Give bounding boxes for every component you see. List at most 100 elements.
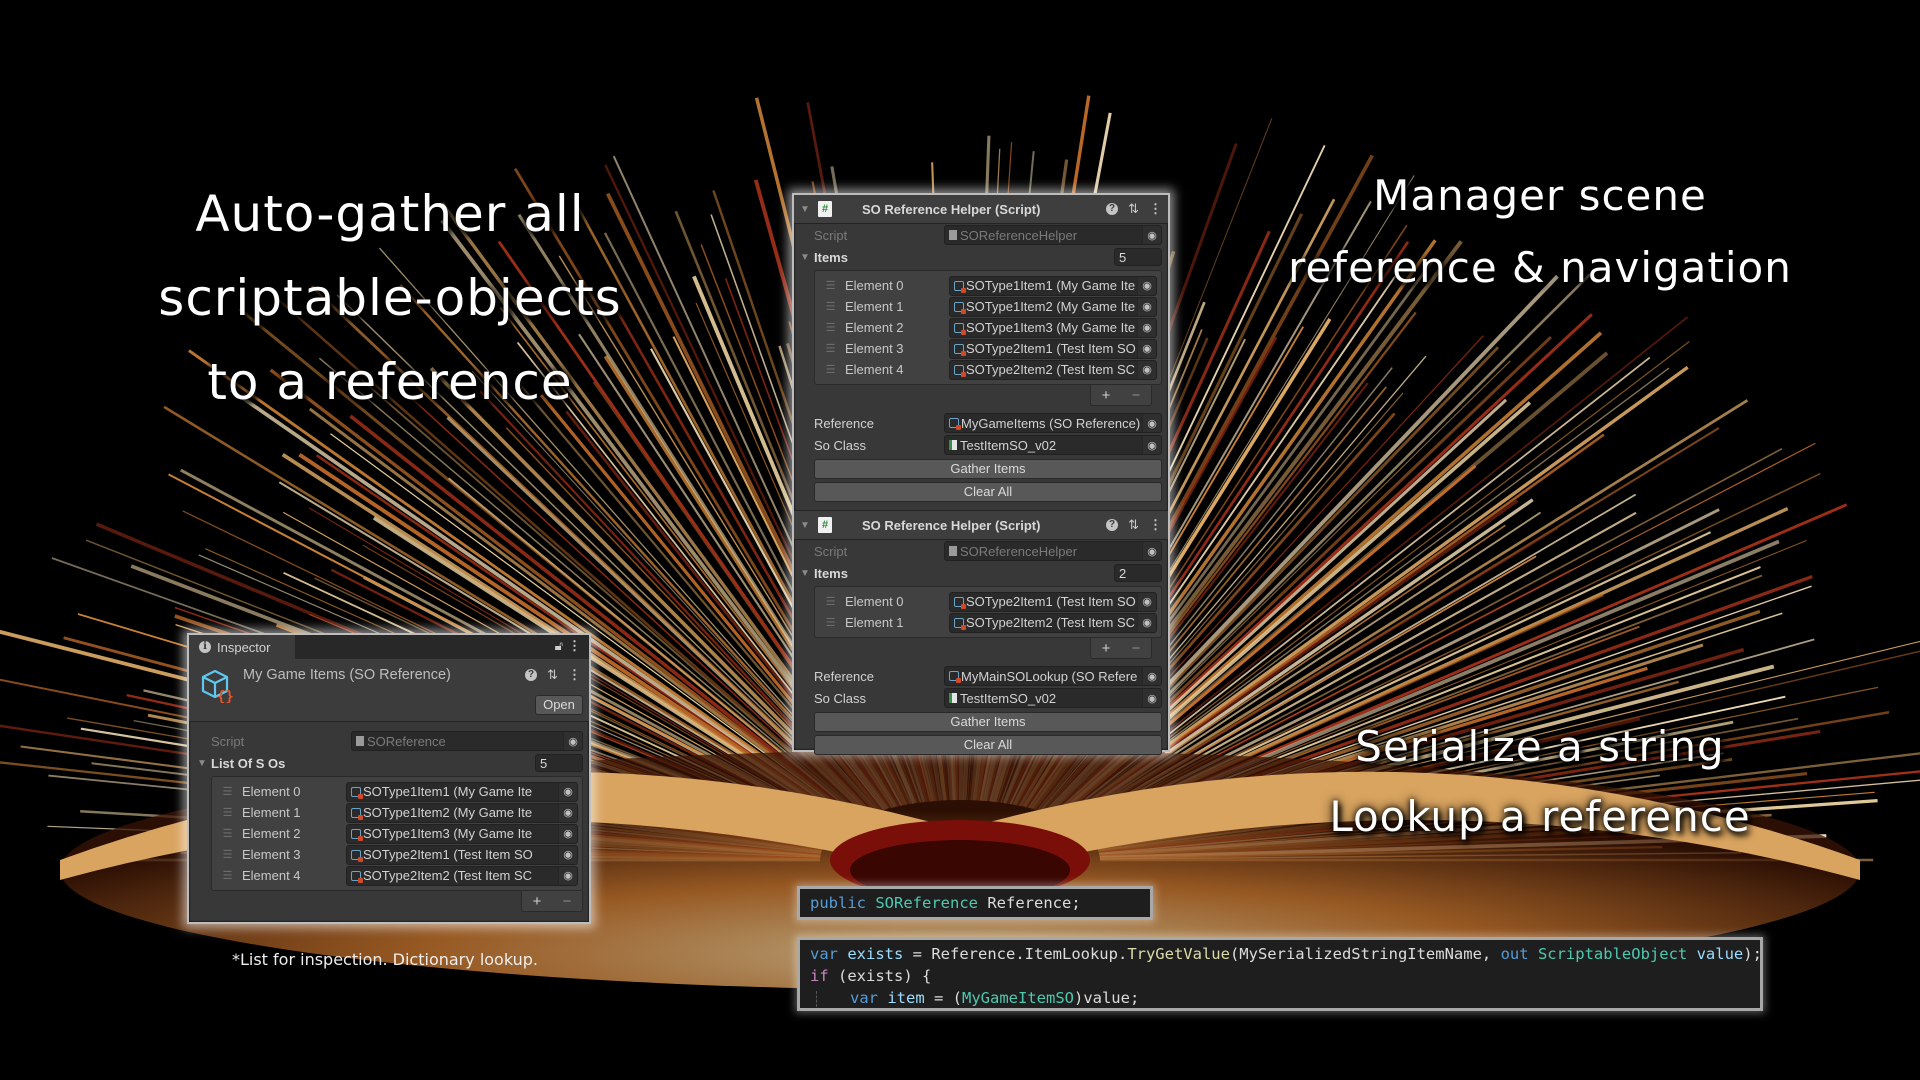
reference-field[interactable]: MyMainSOLookup (SO Refere ◉ — [944, 666, 1162, 686]
gather-items-button[interactable]: Gather Items — [814, 459, 1162, 479]
list-count-field[interactable]: 5 — [535, 754, 583, 772]
object-picker-icon[interactable]: ◉ — [1137, 276, 1156, 295]
so-class-label: So Class — [814, 690, 867, 706]
component-header[interactable]: ▼ # SO Reference Helper (Script) ? ⇅ ⋮ — [794, 195, 1168, 224]
object-picker-icon[interactable]: ◉ — [1137, 297, 1156, 316]
remove-element-button[interactable]: − — [563, 893, 572, 910]
help-icon[interactable]: ? — [525, 669, 538, 681]
drag-handle-icon[interactable]: ☰ — [212, 806, 242, 819]
so-class-label: So Class — [814, 437, 867, 453]
drag-handle-icon[interactable]: ☰ — [815, 616, 845, 629]
element-object-field[interactable]: SOType2Item1 (Test Item SO ◉ — [346, 844, 578, 865]
element-label: Element 0 — [845, 594, 904, 609]
so-class-field[interactable]: TestItemSO_v02 ◉ — [944, 435, 1162, 455]
object-picker-icon[interactable]: ◉ — [1137, 339, 1156, 358]
object-picker-icon[interactable]: ◉ — [1142, 689, 1161, 707]
drag-handle-icon[interactable]: ☰ — [815, 342, 845, 355]
element-value: SOType1Item1 (My Game Ite — [363, 784, 533, 799]
help-icon[interactable]: ? — [1106, 519, 1119, 531]
drag-handle-icon[interactable]: ☰ — [212, 827, 242, 840]
foldout-arrow-icon[interactable]: ▼ — [800, 568, 814, 579]
object-picker-icon[interactable]: ◉ — [1137, 592, 1156, 611]
preset-icon[interactable]: ⇅ — [547, 667, 558, 683]
object-picker-icon[interactable]: ◉ — [558, 845, 577, 864]
code-token: = ( — [924, 989, 962, 1007]
items-count-field[interactable]: 5 — [1114, 248, 1162, 266]
foldout-arrow-icon[interactable]: ▼ — [197, 758, 211, 769]
asset-title: My Game Items (SO Reference) — [243, 667, 451, 683]
element-object-field[interactable]: SOType1Item2 (My Game Ite ◉ — [949, 296, 1157, 317]
object-picker-icon[interactable]: ◉ — [1142, 414, 1161, 432]
scriptable-object-icon — [954, 596, 966, 609]
code-token: if — [810, 967, 829, 985]
remove-element-button[interactable]: − — [1132, 640, 1141, 657]
element-object-field[interactable]: SOType1Item1 (My Game Ite ◉ — [346, 781, 578, 802]
help-icon[interactable]: ? — [1106, 203, 1119, 215]
items-list-header[interactable]: ▼ Items 5 — [794, 246, 1168, 268]
scriptable-object-icon — [954, 343, 966, 356]
element-object-field[interactable]: SOType1Item3 (My Game Ite ◉ — [949, 317, 1157, 338]
element-label: Element 0 — [242, 784, 301, 799]
element-object-field[interactable]: SOType2Item1 (Test Item SO ◉ — [949, 591, 1157, 612]
element-object-field[interactable]: SOType2Item2 (Test Item SC ◉ — [949, 612, 1157, 633]
scriptable-object-icon — [954, 364, 966, 377]
add-element-button[interactable]: + — [533, 893, 542, 910]
gather-items-button[interactable]: Gather Items — [814, 712, 1162, 732]
element-object-field[interactable]: SOType2Item1 (Test Item SO ◉ — [949, 338, 1157, 359]
list-of-sos-header[interactable]: ▼ List Of S Os 5 — [189, 752, 589, 774]
object-picker-icon[interactable]: ◉ — [1142, 436, 1161, 454]
drag-handle-icon[interactable]: ☰ — [815, 595, 845, 608]
lock-icon[interactable]: 🔓︎ — [555, 638, 563, 654]
more-menu-icon[interactable]: ⋮ — [1149, 517, 1162, 533]
element-label: Element 0 — [845, 278, 904, 293]
element-label: Element 1 — [845, 615, 904, 630]
element-object-field[interactable]: SOType1Item1 (My Game Ite ◉ — [949, 275, 1157, 296]
object-picker-icon[interactable]: ◉ — [1137, 318, 1156, 337]
drag-handle-icon[interactable]: ☰ — [815, 300, 845, 313]
object-picker-icon[interactable]: ◉ — [558, 782, 577, 801]
drag-handle-icon[interactable]: ☰ — [212, 785, 242, 798]
element-object-field[interactable]: SOType2Item2 (Test Item SC ◉ — [949, 359, 1157, 380]
clear-all-button[interactable]: Clear All — [814, 735, 1162, 755]
component-title: SO Reference Helper (Script) — [862, 201, 1041, 217]
preset-icon[interactable]: ⇅ — [1128, 517, 1139, 533]
object-picker-icon[interactable]: ◉ — [1137, 613, 1156, 632]
items-count-field[interactable]: 2 — [1114, 564, 1162, 582]
element-object-field[interactable]: SOType1Item3 (My Game Ite ◉ — [346, 823, 578, 844]
clear-all-button[interactable]: Clear All — [814, 482, 1162, 502]
tab-inspector[interactable]: i Inspector — [189, 635, 295, 659]
component-header[interactable]: ▼ # SO Reference Helper (Script) ? ⇅ ⋮ — [794, 511, 1168, 540]
foldout-arrow-icon[interactable]: ▼ — [800, 252, 814, 263]
so-class-field[interactable]: TestItemSO_v02 ◉ — [944, 688, 1162, 708]
add-element-button[interactable]: + — [1102, 640, 1111, 657]
element-object-field[interactable]: SOType1Item2 (My Game Ite ◉ — [346, 802, 578, 823]
object-picker-icon[interactable]: ◉ — [558, 824, 577, 843]
reference-field[interactable]: MyGameItems (SO Reference) ◉ — [944, 413, 1162, 433]
more-menu-icon[interactable]: ⋮ — [1149, 201, 1162, 217]
more-menu-icon[interactable]: ⋮ — [568, 667, 581, 683]
drag-handle-icon[interactable]: ☰ — [815, 363, 845, 376]
drag-handle-icon[interactable]: ☰ — [212, 869, 242, 882]
object-picker-icon[interactable]: ◉ — [558, 866, 577, 885]
info-icon: i — [199, 641, 211, 653]
element-object-field[interactable]: SOType2Item2 (Test Item SC ◉ — [346, 865, 578, 886]
preset-icon[interactable]: ⇅ — [1128, 201, 1139, 217]
drag-handle-icon[interactable]: ☰ — [815, 279, 845, 292]
more-menu-icon[interactable]: ⋮ — [568, 638, 581, 654]
drag-handle-icon[interactable]: ☰ — [212, 848, 242, 861]
foldout-arrow-icon[interactable]: ▼ — [800, 204, 814, 215]
drag-handle-icon[interactable]: ☰ — [815, 321, 845, 334]
items-list-header[interactable]: ▼ Items 2 — [794, 562, 1168, 584]
object-picker-icon[interactable]: ◉ — [558, 803, 577, 822]
foldout-arrow-icon[interactable]: ▼ — [800, 520, 814, 531]
remove-element-button[interactable]: − — [1132, 387, 1141, 404]
element-value: SOType2Item1 (Test Item SO — [966, 341, 1136, 356]
items-label: Items — [814, 249, 848, 265]
object-picker-icon[interactable]: ◉ — [1142, 667, 1161, 685]
list-item: ☰ Element 4 SOType2Item2 (Test Item SC ◉ — [815, 359, 1157, 380]
object-picker-icon[interactable]: ◉ — [1137, 360, 1156, 379]
add-element-button[interactable]: + — [1102, 387, 1111, 404]
open-button[interactable]: Open — [535, 695, 583, 715]
reference-value: MyMainSOLookup (SO Refere — [961, 668, 1138, 684]
code-token: ScriptableObject — [1537, 945, 1688, 963]
